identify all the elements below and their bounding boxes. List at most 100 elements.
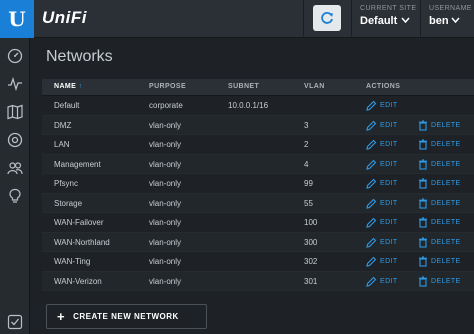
create-new-network-button[interactable]: + CREATE NEW NETWORK [46, 304, 207, 329]
network-vlan: 302 [304, 257, 318, 266]
delete-button[interactable]: DELETE [418, 119, 461, 131]
network-name: Management [54, 159, 101, 169]
network-name: WAN-Northland [54, 237, 110, 247]
table-row: Pfsync vlan-only 99 EDIT DELETE [42, 174, 474, 194]
edit-button[interactable]: EDIT [366, 198, 398, 209]
edit-button[interactable]: EDIT [366, 139, 398, 150]
edit-button[interactable]: EDIT [366, 276, 398, 287]
column-vlan[interactable]: VLAN [304, 83, 325, 90]
pencil-icon [366, 217, 377, 228]
delete-button[interactable]: DELETE [418, 197, 461, 209]
network-vlan: 55 [304, 198, 313, 208]
column-name[interactable]: NAME ↑ [54, 83, 82, 90]
clients-icon[interactable] [6, 159, 24, 177]
network-subnet: 10.0.0.1/16 [228, 101, 269, 110]
column-subnet[interactable]: SUBNET [228, 83, 259, 90]
delete-button[interactable]: DELETE [418, 178, 461, 189]
network-purpose: vlan-only [149, 159, 182, 169]
devices-icon[interactable] [6, 131, 24, 149]
username-label: USERNAME [429, 5, 472, 12]
pencil-icon [366, 256, 377, 267]
trash-icon [418, 139, 428, 150]
pencil-icon [366, 100, 377, 111]
delete-label: DELETE [431, 238, 461, 246]
network-name: Default [54, 101, 80, 110]
edit-label: EDIT [380, 141, 398, 148]
delete-button[interactable]: DELETE [418, 275, 461, 287]
brand-name: UniFi [42, 8, 87, 27]
network-vlan: 100 [304, 218, 318, 227]
edit-button[interactable]: EDIT [366, 159, 398, 170]
table-row: WAN-Ting vlan-only 302 EDIT DELETE [42, 252, 474, 272]
networks-table: NAME ↑ PURPOSE SUBNET VLAN ACTIONS Defau… [42, 79, 474, 291]
network-purpose: vlan-only [149, 140, 182, 149]
site-value: Default [360, 15, 398, 27]
network-purpose: vlan-only [149, 218, 182, 227]
pencil-icon [366, 139, 377, 150]
network-vlan: 301 [304, 276, 318, 286]
sort-arrow-icon: ↑ [78, 83, 83, 90]
edit-label: EDIT [380, 219, 398, 226]
network-purpose: vlan-only [149, 237, 182, 247]
edit-label: EDIT [380, 199, 398, 207]
pencil-icon [366, 237, 377, 248]
chevron-down-icon [451, 17, 460, 24]
ubiquiti-logo[interactable]: U [0, 0, 34, 38]
column-purpose[interactable]: PURPOSE [149, 83, 186, 90]
username-value: ben [429, 15, 449, 27]
trash-icon [418, 217, 428, 228]
refresh-button[interactable] [313, 5, 341, 31]
edit-button[interactable]: EDIT [366, 217, 398, 228]
table-row: LAN vlan-only 2 EDIT DELETE [42, 135, 474, 155]
network-purpose: corporate [149, 101, 183, 110]
delete-button[interactable]: DELETE [418, 158, 461, 170]
statistics-icon[interactable] [6, 75, 24, 93]
edit-button[interactable]: EDIT [366, 178, 398, 189]
network-vlan: 3 [304, 120, 309, 130]
edit-button[interactable]: EDIT [366, 237, 398, 248]
table-row: Default corporate 10.0.0.1/16 EDIT [42, 96, 474, 116]
trash-icon [418, 275, 428, 287]
delete-label: DELETE [431, 180, 461, 187]
delete-label: DELETE [431, 199, 461, 207]
pencil-icon [366, 198, 377, 209]
settings-icon[interactable] [6, 313, 24, 331]
network-name: LAN [54, 140, 70, 149]
network-name: WAN-Ting [54, 257, 91, 266]
delete-button[interactable]: DELETE [418, 139, 461, 150]
edit-label: EDIT [380, 258, 398, 265]
edit-button[interactable]: EDIT [366, 120, 398, 131]
create-button-label: CREATE NEW NETWORK [73, 312, 179, 321]
dashboard-icon[interactable] [6, 47, 24, 65]
network-name: Pfsync [54, 179, 79, 188]
edit-label: EDIT [380, 121, 398, 129]
top-bar: U UniFi CURRENT SITE Default USERNAME be… [0, 0, 474, 38]
delete-button[interactable]: DELETE [418, 256, 461, 267]
delete-button[interactable]: DELETE [418, 217, 461, 228]
table-row: WAN-Failover vlan-only 100 EDIT DELETE [42, 213, 474, 233]
trash-icon [418, 256, 428, 267]
trash-icon [418, 197, 428, 209]
page-title: Networks [46, 48, 113, 65]
edit-label: EDIT [380, 238, 398, 246]
delete-button[interactable]: DELETE [418, 236, 461, 248]
network-vlan: 300 [304, 237, 318, 247]
table-row: DMZ vlan-only 3 EDIT DELETE [42, 115, 474, 135]
map-icon[interactable] [6, 103, 24, 121]
pencil-icon [366, 120, 377, 131]
trash-icon [418, 119, 428, 131]
insights-icon[interactable] [6, 187, 24, 205]
edit-label: EDIT [380, 160, 398, 168]
pencil-icon [366, 178, 377, 189]
network-purpose: vlan-only [149, 120, 182, 130]
edit-label: EDIT [380, 277, 398, 285]
plus-icon: + [57, 309, 66, 324]
table-row: WAN-Northland vlan-only 300 EDIT DELETE [42, 232, 474, 252]
edit-button[interactable]: EDIT [366, 100, 398, 111]
table-row: Storage vlan-only 55 EDIT DELETE [42, 193, 474, 213]
network-purpose: vlan-only [149, 198, 182, 208]
edit-button[interactable]: EDIT [366, 256, 398, 267]
column-actions: ACTIONS [366, 83, 401, 90]
delete-label: DELETE [431, 121, 461, 129]
site-label: CURRENT SITE [360, 5, 417, 12]
